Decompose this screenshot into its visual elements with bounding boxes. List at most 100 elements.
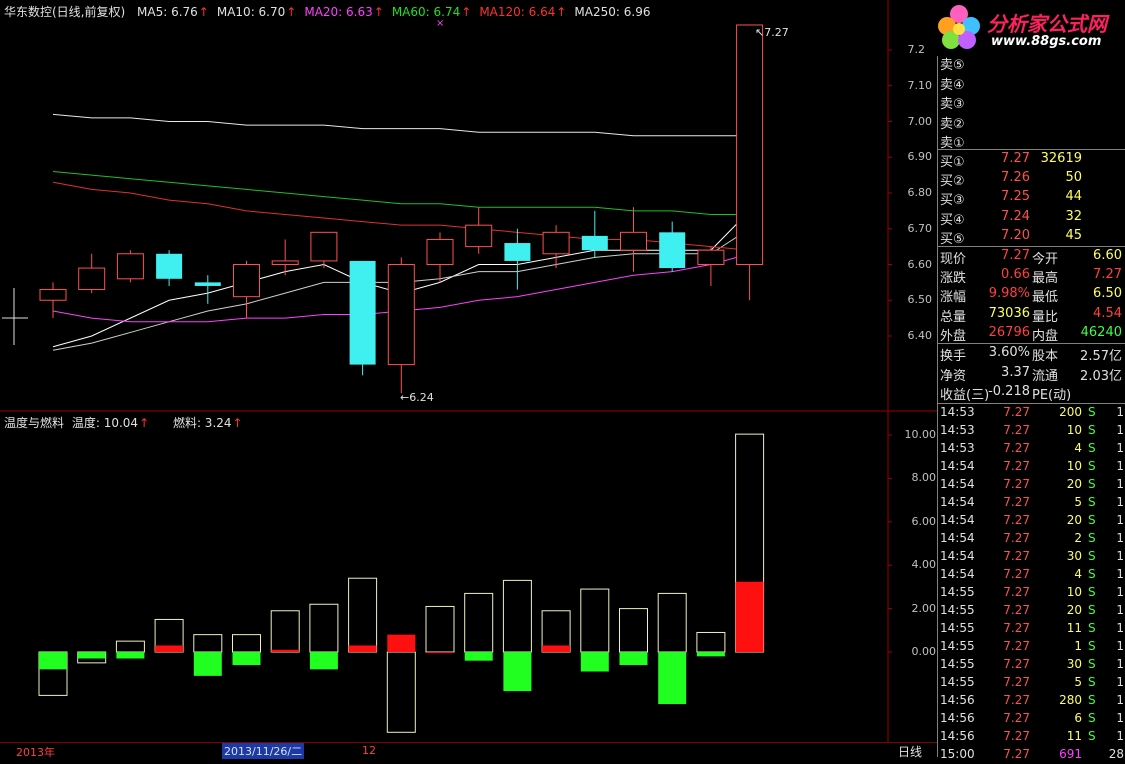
stat-value: 6.60 [1093, 248, 1122, 263]
flower-logo-icon [938, 5, 980, 49]
tick-price: 7.27 [1003, 639, 1030, 653]
tick-count: 1 [1116, 531, 1124, 545]
fuel-bar [271, 649, 300, 652]
tick-price: 7.27 [1003, 531, 1030, 545]
tick-price: 7.27 [1003, 711, 1030, 725]
tick-price: 7.27 [1003, 567, 1030, 581]
candle-body-down [504, 243, 531, 261]
fuel-bar [542, 645, 571, 652]
tick-price: 7.27 [1003, 603, 1030, 617]
tick-time: 14:54 [940, 459, 975, 473]
indicator-tick-label: 6.00 [911, 514, 937, 528]
tick-time: 14:54 [940, 495, 975, 509]
tick-count: 1 [1116, 549, 1124, 563]
tick-time: 14:56 [940, 693, 975, 707]
stock-name[interactable]: 华东数控(日线,前复权) [4, 5, 125, 19]
tick-volume: 10 [1066, 459, 1082, 473]
period-tab[interactable]: 日线 [898, 743, 922, 760]
sell-row: 卖① [938, 131, 1125, 151]
tick-row: 14:55 7.27 10 S 1 [938, 584, 1125, 602]
stat-row: 现价 7.27 今开 6.60 [938, 247, 1125, 267]
price-tick-label: 6.50 [907, 293, 933, 307]
tick-time: 14:55 [940, 639, 975, 653]
tick-volume: 20 [1066, 603, 1082, 617]
tick-row: 14:54 7.27 2 S 1 [938, 530, 1125, 548]
close-x-icon[interactable]: × [436, 18, 444, 29]
tick-row: 14:55 7.27 5 S 1 [938, 674, 1125, 692]
tick-row: 14:56 7.27 6 S 1 [938, 710, 1125, 728]
tick-direction: S [1088, 675, 1096, 689]
fuel-bar [309, 652, 338, 670]
month-label: 12 [362, 744, 376, 757]
tick-time: 14:54 [940, 549, 975, 563]
tick-time: 14:53 [940, 423, 975, 437]
stat-label: 涨跌 [940, 271, 967, 287]
quote-panel: 卖⑤ 卖④ 卖③ 卖② 卖① 买① 7.27 32619 买② 7.26 50 买③ 7.25 44 买④… [937, 0, 1125, 761]
stat-value: 46240 [1080, 324, 1122, 340]
tick-volume: 2 [1074, 531, 1082, 545]
tick-price: 7.27 [1003, 693, 1030, 707]
candle-body-up [697, 249, 725, 265]
tick-time: 14:55 [940, 603, 975, 617]
tick-volume: 10 [1066, 585, 1082, 599]
tick-row: 14:55 7.27 11 S 1 [938, 620, 1125, 638]
tick-count: 1 [1116, 603, 1124, 617]
stat-label: 外盘 [940, 328, 967, 344]
fuel-bar [77, 652, 106, 659]
fundamental-value: 3.60% [988, 345, 1030, 360]
buy-volume: 44 [1065, 189, 1082, 205]
stat-row: 外盘 26796 内盘 46240 [938, 324, 1125, 344]
candle-body-up [387, 264, 415, 366]
stat-value: 4.54 [1093, 305, 1122, 321]
tick-count: 1 [1116, 513, 1124, 527]
tick-volume: 200 [1059, 405, 1082, 419]
ma-legend-item: MA250: 6.96 [574, 5, 651, 19]
tick-row: 14:54 7.27 20 S 1 [938, 512, 1125, 530]
tick-direction: S [1088, 567, 1096, 581]
stat-label: 量比 [1032, 309, 1059, 325]
tick-volume: 11 [1066, 621, 1082, 635]
fundamental-label: 换手 [940, 349, 967, 364]
candle-body-down [349, 260, 376, 365]
tick-row: 14:54 7.27 10 S 1 [938, 458, 1125, 476]
stock-chart[interactable] [0, 0, 937, 757]
tick-count: 1 [1116, 729, 1124, 743]
fuel-bar [696, 652, 725, 657]
buy-row: 买⑤ 7.20 45 [938, 227, 1125, 247]
fuel-bar [735, 581, 764, 652]
tick-time: 14:54 [940, 567, 975, 581]
fuel-bar [503, 652, 532, 692]
logo-url[interactable]: www.88gs.com [991, 34, 1101, 49]
tick-count: 1 [1116, 405, 1124, 419]
tick-time: 14:54 [940, 477, 975, 491]
tick-volume: 1 [1074, 639, 1082, 653]
tick-volume: 30 [1066, 549, 1082, 563]
stat-value: 26796 [988, 324, 1030, 340]
candle-body-up [233, 264, 260, 298]
low-annotation: ←6.24 [400, 391, 434, 404]
price-tick-label: 6.40 [907, 329, 933, 342]
stat-label: 内盘 [1032, 328, 1059, 344]
fundamental-label: 净资 [940, 368, 967, 384]
tick-direction: S [1088, 405, 1096, 419]
tick-count: 1 [1116, 711, 1124, 725]
stat-row: 涨跌 0.66 最高 7.27 [938, 266, 1125, 287]
sell-row: 卖④ [938, 73, 1125, 93]
tick-price: 7.27 [1003, 423, 1030, 437]
fuel-bar [464, 652, 493, 661]
indicator-tick-label: 4.00 [911, 558, 937, 572]
site-logo: 分析家公式网 www.88gs.com [925, 0, 1125, 56]
buy-volume: 32 [1065, 208, 1082, 224]
tick-direction: S [1088, 693, 1096, 707]
tick-count: 1 [1116, 675, 1124, 689]
tick-direction: S [1088, 711, 1096, 725]
tick-count: 1 [1116, 657, 1124, 671]
tick-price: 7.27 [1003, 657, 1030, 671]
buy-price: 7.24 [1001, 208, 1030, 224]
stat-value: 73036 [988, 305, 1030, 321]
tick-price: 7.27 [1003, 459, 1030, 473]
sell-label: 卖⑤ [940, 58, 965, 73]
tick-time: 14:53 [940, 441, 975, 455]
tick-direction: S [1088, 639, 1096, 653]
price-tick-label: 7.00 [907, 114, 933, 128]
